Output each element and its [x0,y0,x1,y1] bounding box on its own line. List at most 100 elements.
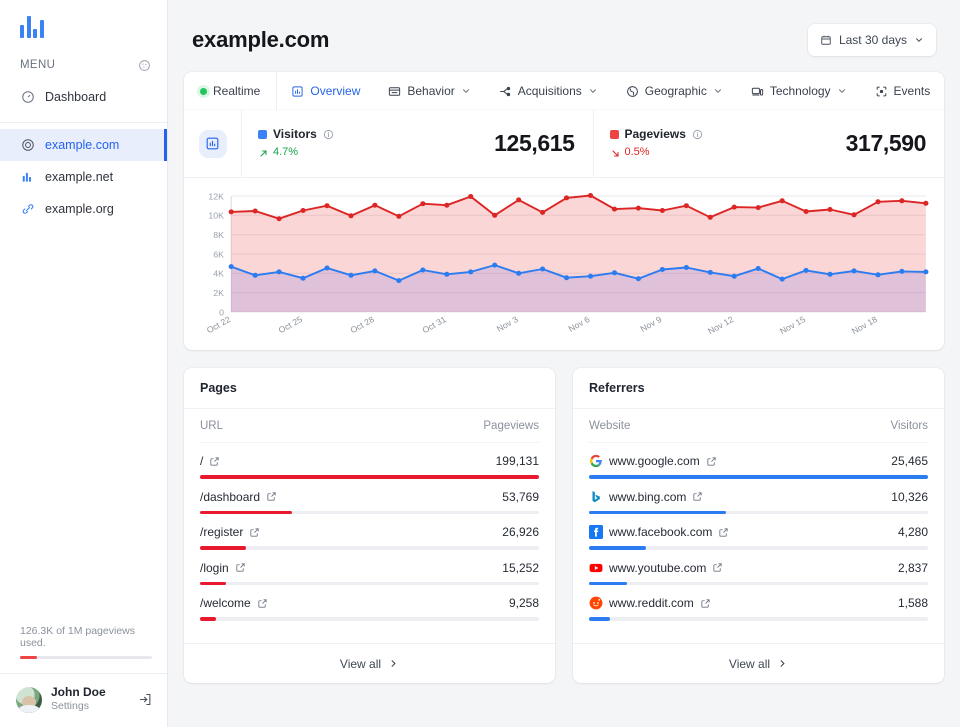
row-bar-fill [589,510,727,514]
tab-label: Events [893,84,931,98]
row-label-text: / [200,454,204,468]
external-link-icon[interactable] [257,598,268,609]
svg-text:8K: 8K [213,230,224,240]
table-row[interactable]: /register 26,926 [200,514,539,550]
metric-name-row: Pageviews [609,126,703,143]
sidebar-item-example-net[interactable]: example.net [0,161,167,193]
external-link-icon[interactable] [692,491,703,502]
chevron-down-icon [713,86,723,96]
table-row[interactable]: /dashboard 53,769 [200,479,539,514]
quota-section: 126.3K of 1M pageviews used. [0,625,167,674]
info-icon[interactable] [692,129,703,140]
tab-events[interactable]: Events [861,72,944,110]
tab-overview[interactable]: Overview [277,72,374,110]
device-icon [751,85,764,98]
user-name: John Doe [51,685,106,700]
row-label-text: /welcome [200,596,251,610]
info-icon[interactable] [323,129,334,140]
tab-label: Acquisitions [517,84,582,98]
app-logo[interactable] [0,0,167,50]
row-label: /dashboard [200,490,277,504]
cards-row: Pages URL Pageviews / 199,131 /dashboard… [168,350,960,683]
svg-text:Nov 9: Nov 9 [638,314,663,334]
external-link-icon[interactable] [249,527,260,538]
pages-view-all-button[interactable]: View all [184,643,555,683]
row-value: 53,769 [502,489,539,504]
legend-swatch-pageviews [609,130,619,140]
sidebar-item-label: example.org [45,202,114,216]
row-bar-fill [200,581,227,585]
logout-icon[interactable] [138,692,153,707]
view-all-label: View all [339,656,382,671]
row-bar-track [589,510,928,514]
table-row[interactable]: www.facebook.com 4,280 [589,514,928,550]
svg-text:Nov 15: Nov 15 [778,314,807,336]
row-bar-track [200,475,539,479]
link-icon [20,202,35,217]
user-settings-link[interactable]: Settings [51,700,129,713]
external-link-icon[interactable] [266,491,277,502]
row-label: www.youtube.com [589,561,723,575]
tab-realtime[interactable]: Realtime [184,72,278,110]
quota-progress-track [20,655,152,659]
calendar-icon [820,34,832,46]
external-link-icon[interactable] [209,456,220,467]
row-label-text: /dashboard [200,489,261,504]
tab-technology[interactable]: Technology [737,72,861,110]
row-label: / [200,454,220,468]
target-icon [20,138,35,153]
row-value: 15,252 [502,560,539,575]
external-link-icon[interactable] [718,527,729,538]
table-row[interactable]: www.google.com 25,465 [589,443,928,479]
referrers-column-headers: Website Visitors [589,409,928,443]
table-row[interactable]: www.bing.com 10,326 [589,479,928,514]
row-label: /register [200,525,260,539]
globe-icon [626,85,639,98]
palette-icon[interactable] [138,59,151,72]
row-value: 10,326 [891,489,928,504]
external-link-icon[interactable] [712,562,723,573]
chevron-down-icon [588,86,598,96]
pages-card: Pages URL Pageviews / 199,131 /dashboard… [184,368,555,683]
sidebar-item-example-com[interactable]: example.com [0,129,167,161]
row-bar-track [200,617,539,621]
sidebar-item-dashboard[interactable]: Dashboard [0,80,167,114]
referrers-view-all-button[interactable]: View all [573,643,944,683]
date-range-picker[interactable]: Last 30 days [807,24,936,56]
sidebar-item-example-org[interactable]: example.org [0,193,167,225]
google-icon [589,454,603,468]
user-row[interactable]: John Doe Settings [0,673,167,727]
svg-text:4K: 4K [213,269,224,279]
row-label-text: www.reddit.com [609,596,694,610]
svg-text:Nov 12: Nov 12 [706,314,735,336]
pages-rows: / 199,131 /dashboard 53,769 /register 26… [200,443,539,621]
table-row[interactable]: /welcome 9,258 [200,585,539,621]
quota-label: 126.3K of 1M pageviews used. [20,624,135,649]
row-label-text: /register [200,525,244,539]
bar-chart-icon [20,170,35,185]
tab-acquisitions[interactable]: Acquisitions [485,72,612,110]
external-link-icon[interactable] [700,598,711,609]
referrers-card-title: Referrers [573,368,944,409]
metric-visitors[interactable]: Visitors 4.7% 125,615 [242,110,593,177]
external-link-icon[interactable] [706,456,717,467]
table-row[interactable]: www.reddit.com 1,588 [589,585,928,621]
column-header-url: URL [200,419,224,432]
chevron-down-icon [914,35,924,45]
metric-pageviews[interactable]: Pageviews 0.5% 317,590 [592,110,945,177]
tab-label: Technology [769,84,831,98]
table-row[interactable]: /login 15,252 [200,550,539,585]
metric-label: Pageviews [624,126,686,141]
table-row[interactable]: / 199,131 [200,443,539,479]
bing-icon [589,490,603,504]
referrers-card-body: Website Visitors www.google.com 25,465 w… [573,409,944,643]
tab-behavior[interactable]: Behavior [374,72,484,110]
external-link-icon[interactable] [235,562,246,573]
metric-name-row: Visitors [258,126,334,143]
overview-chart[interactable]: 0 2K 4K 6K 8K 10K 12K Oct 22 Oct 25 Oct 28 Oct 31 N… [184,178,944,350]
svg-text:12K: 12K [208,191,224,201]
tab-geographic[interactable]: Geographic [612,72,737,110]
row-value: 199,131 [495,454,539,468]
table-row[interactable]: www.youtube.com 2,837 [589,550,928,585]
